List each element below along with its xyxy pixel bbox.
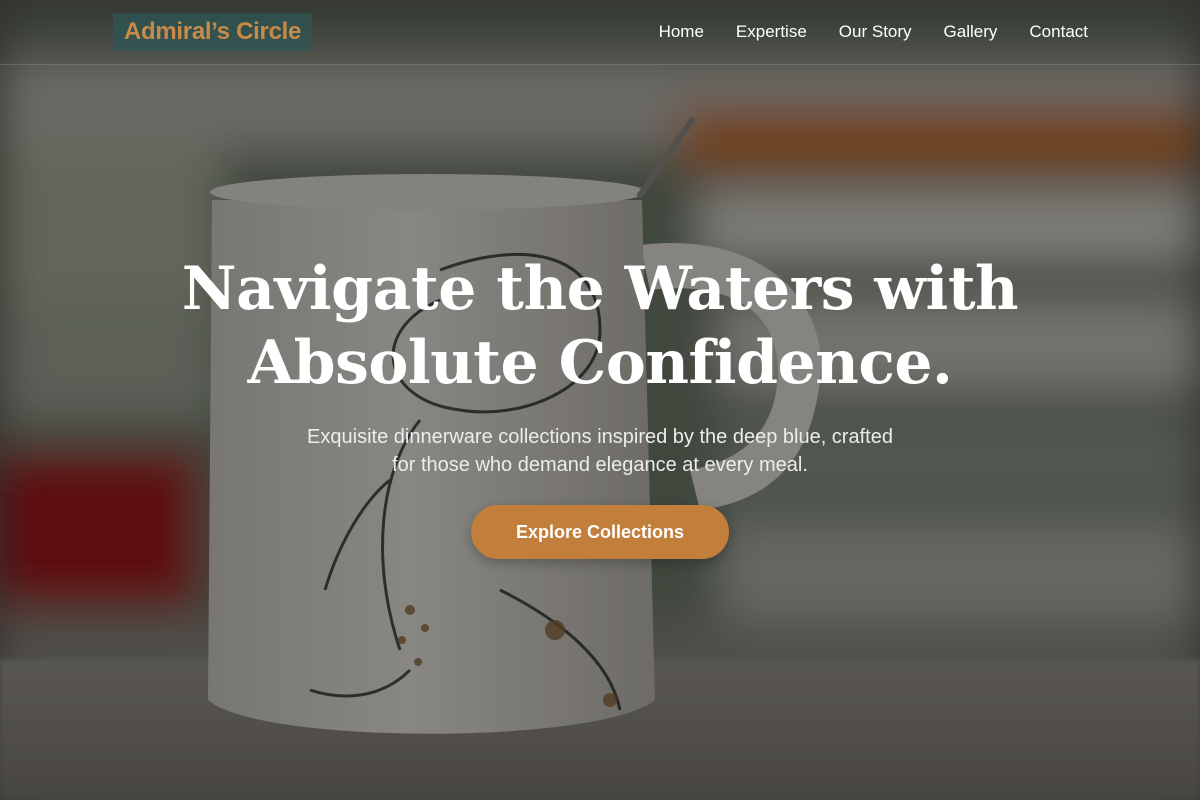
nav-link-contact[interactable]: Contact — [1029, 22, 1088, 42]
nav-link-home[interactable]: Home — [659, 22, 704, 42]
top-navigation-bar: Admiral’s Circle Home Expertise Our Stor… — [0, 0, 1200, 65]
nav-link-gallery[interactable]: Gallery — [944, 22, 998, 42]
hero-section: Admiral’s Circle Home Expertise Our Stor… — [0, 0, 1200, 800]
hero-headline: Navigate the Waters with Absolute Confid… — [0, 252, 1200, 400]
nav-link-expertise[interactable]: Expertise — [736, 22, 807, 42]
brand-logo[interactable]: Admiral’s Circle — [113, 13, 313, 51]
hero-subtitle: Exquisite dinnerware collections inspire… — [250, 423, 950, 479]
hero-headline-line-2: Absolute Confidence. — [247, 328, 953, 398]
explore-collections-button[interactable]: Explore Collections — [471, 505, 729, 559]
nav-link-our-story[interactable]: Our Story — [839, 22, 912, 42]
hero-subtitle-line-1: Exquisite dinnerware collections inspire… — [307, 426, 893, 448]
hero-subtitle-line-2: for those who demand elegance at every m… — [392, 454, 808, 476]
main-nav: Home Expertise Our Story Gallery Contact — [659, 0, 1088, 64]
dark-overlay — [0, 0, 1200, 800]
hero-headline-line-1: Navigate the Waters with — [181, 254, 1019, 324]
